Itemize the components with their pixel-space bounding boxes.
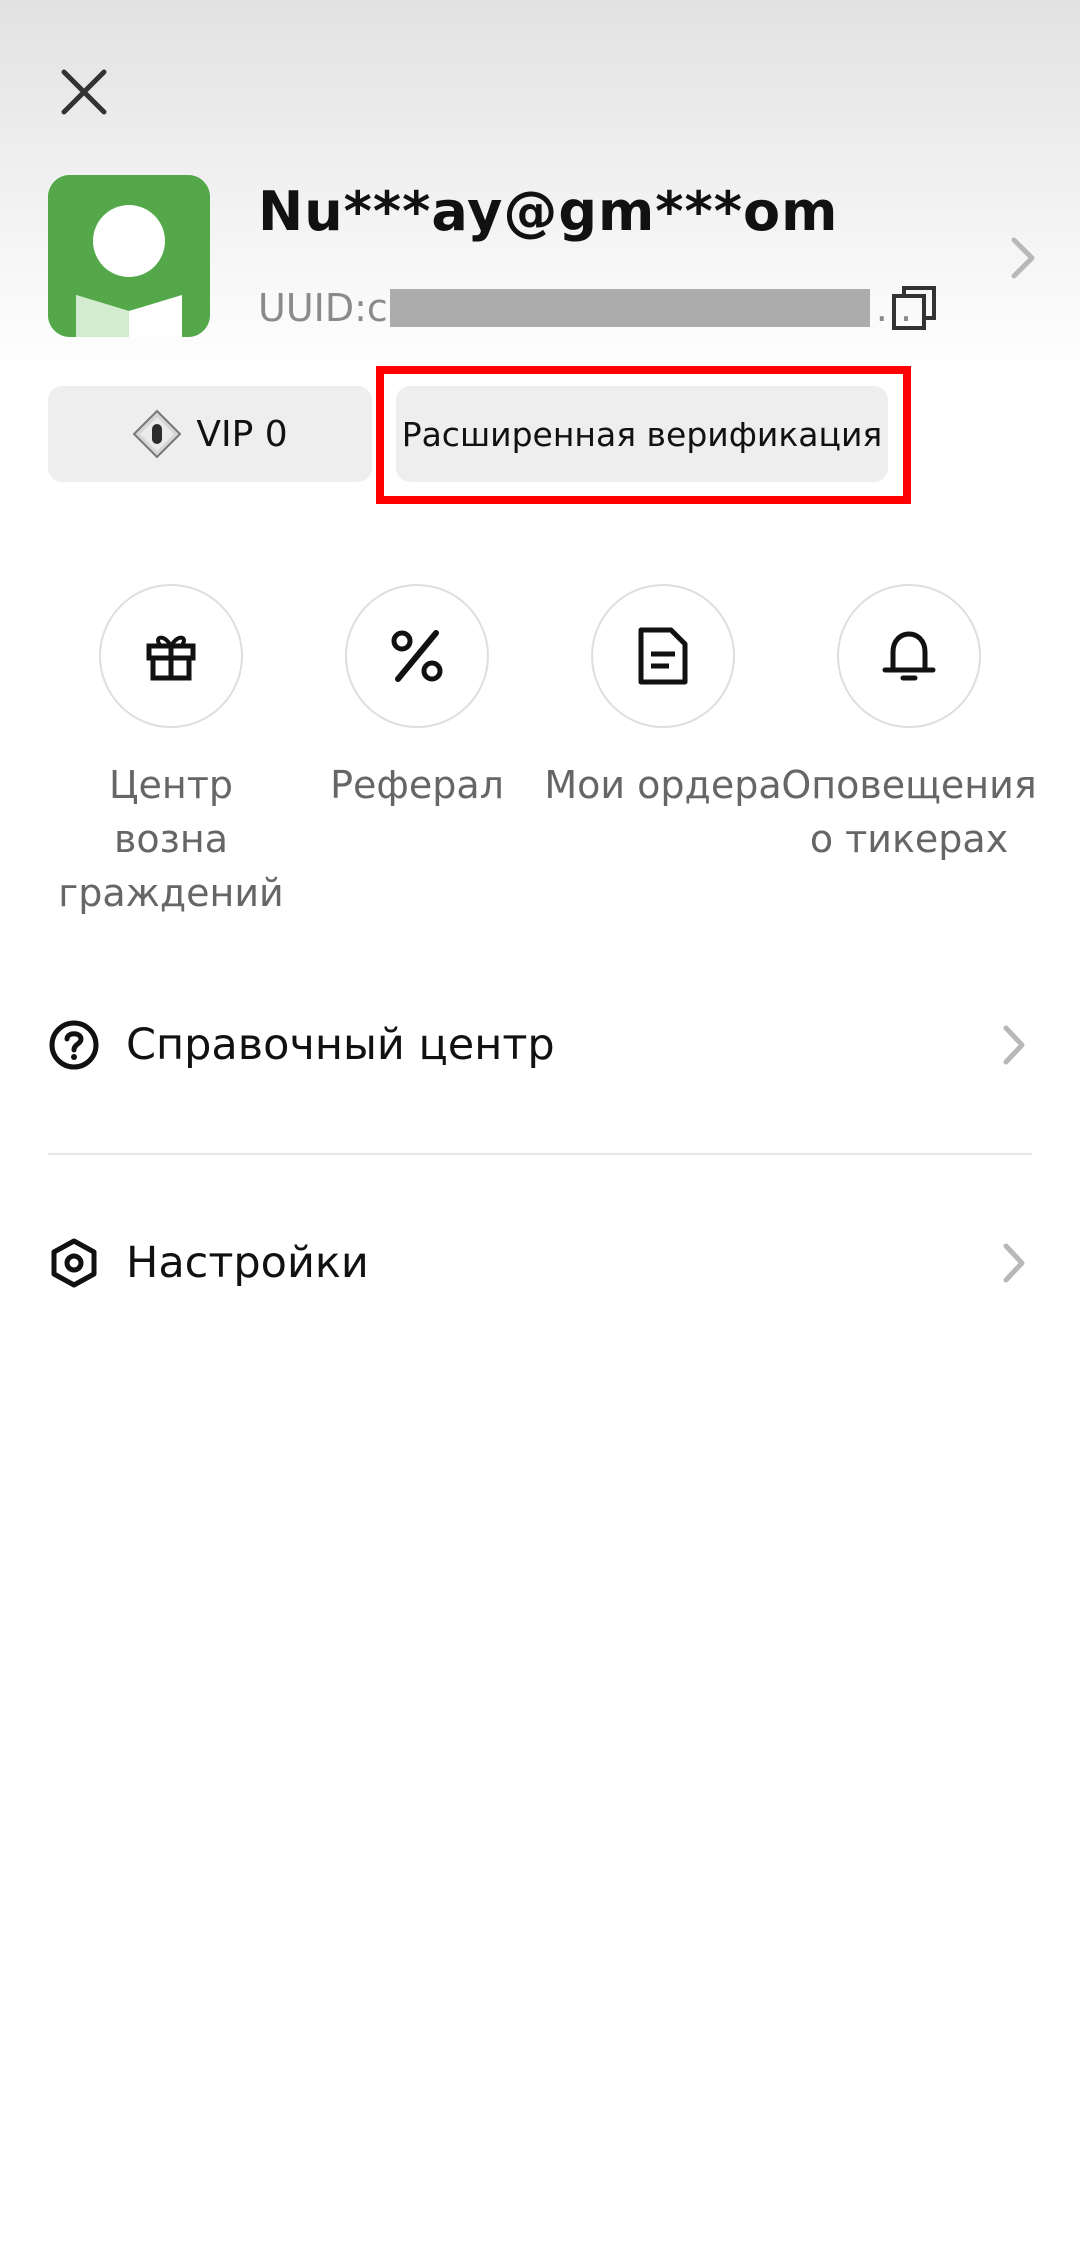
uid-redacted <box>389 289 870 327</box>
my-orders-shortcut[interactable]: Мои ордера <box>540 584 786 812</box>
referral-label: Реферал <box>330 763 504 807</box>
percent-icon <box>391 630 443 682</box>
uid-label: UUID:c <box>258 286 388 330</box>
menu-item-settings[interactable]: Настройки <box>48 1208 1032 1318</box>
verification-label: Расширенная верификация <box>401 414 883 454</box>
help-circle-icon <box>48 1019 100 1071</box>
vip-badge[interactable]: VIP 0 <box>48 386 372 482</box>
user-avatar-icon <box>48 175 210 337</box>
vip-diamond-icon <box>132 409 182 459</box>
avatar[interactable] <box>48 175 210 337</box>
gift-icon <box>146 635 196 681</box>
my-orders-label: Мои ордера <box>544 763 782 807</box>
close-icon <box>61 69 107 115</box>
rewards-center-circle[interactable] <box>99 584 243 728</box>
referral-shortcut[interactable]: Реферал <box>294 584 540 812</box>
referral-circle[interactable] <box>345 584 489 728</box>
uid-row: UUID:c ... <box>258 282 912 334</box>
account-email: Nu***ay@gm***om <box>258 180 839 243</box>
profile-chevron-icon[interactable] <box>1002 234 1042 282</box>
vip-level-label: VIP 0 <box>196 413 288 455</box>
settings-hexagon-icon <box>48 1237 100 1289</box>
copy-uid-button[interactable] <box>890 284 938 332</box>
my-orders-circle[interactable] <box>591 584 735 728</box>
copy-icon <box>892 286 936 330</box>
advanced-verification-button[interactable]: Расширенная верификация <box>396 386 888 482</box>
ticker-alerts-shortcut[interactable]: Оповещения о тикерах <box>781 584 1037 866</box>
close-button[interactable] <box>50 58 118 126</box>
rewards-center-label: Центр возна граждений <box>58 763 284 915</box>
ticker-alerts-circle[interactable] <box>837 584 981 728</box>
bell-icon <box>882 631 936 681</box>
settings-label: Настройки <box>126 1238 369 1288</box>
menu-item-help-center[interactable]: Справочный центр <box>48 990 1032 1100</box>
rewards-center-shortcut[interactable]: Центр возна граждений <box>48 584 294 920</box>
chevron-right-icon <box>1003 1243 1025 1283</box>
menu-divider <box>48 1153 1032 1155</box>
chevron-right-icon <box>1003 1025 1025 1065</box>
document-icon <box>638 627 688 685</box>
ticker-alerts-label: Оповещения о тикерах <box>781 763 1037 861</box>
help-center-label: Справочный центр <box>126 1020 555 1070</box>
